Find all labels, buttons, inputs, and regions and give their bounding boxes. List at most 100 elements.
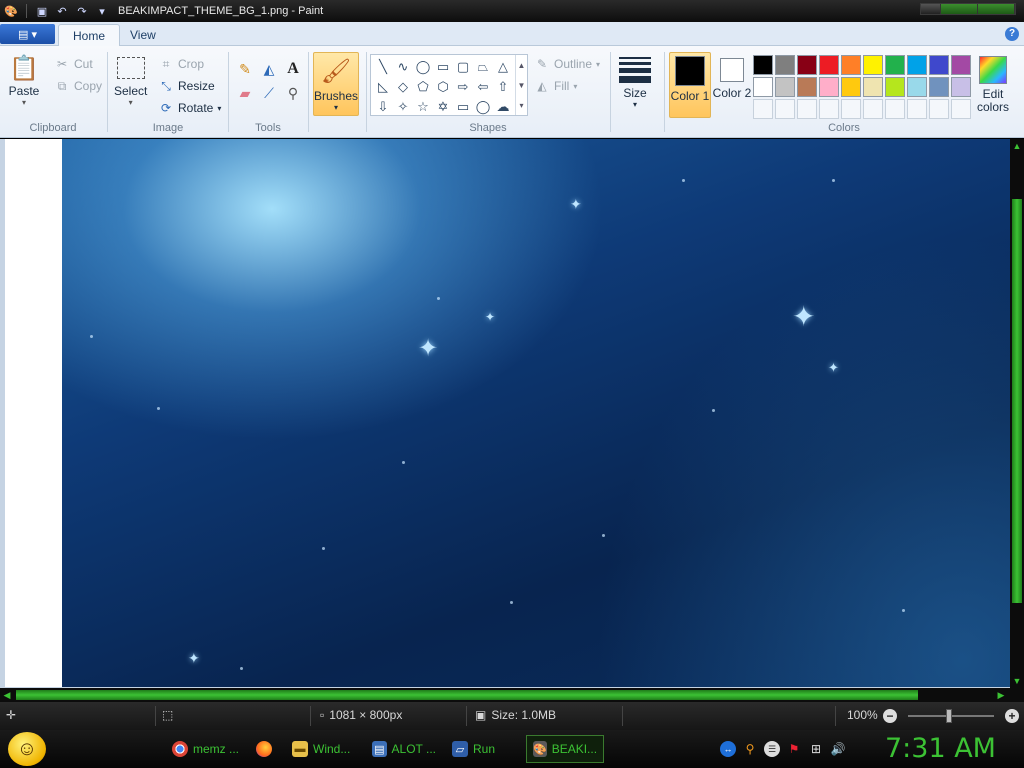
rotate-button[interactable]: ⟳ Rotate ▾ bbox=[158, 100, 221, 116]
minimize-button[interactable] bbox=[921, 4, 941, 14]
six-point-star-shape-icon[interactable]: ✡ bbox=[433, 97, 453, 117]
curve-shape-icon[interactable]: ∿ bbox=[393, 57, 413, 77]
rect-callout-shape-icon[interactable]: ▭ bbox=[453, 97, 473, 117]
taskbar-item-firefox[interactable] bbox=[250, 735, 282, 763]
palette-swatch[interactable] bbox=[819, 77, 839, 97]
palette-swatch[interactable] bbox=[885, 77, 905, 97]
hexagon-shape-icon[interactable]: ⬡ bbox=[433, 77, 453, 97]
palette-swatch[interactable] bbox=[907, 77, 927, 97]
messenger-icon[interactable]: ☰ bbox=[764, 741, 780, 757]
close-button[interactable] bbox=[978, 4, 1015, 14]
palette-swatch-empty[interactable] bbox=[863, 99, 883, 119]
horizontal-scroll-thumb[interactable] bbox=[16, 690, 918, 700]
resize-button[interactable]: ⤡ Resize bbox=[158, 78, 215, 94]
horizontal-scrollbar[interactable]: ◀ ▶ bbox=[0, 688, 1024, 702]
taskbar-item-alot[interactable]: ▤ ALOT ... bbox=[366, 735, 442, 763]
color1-button[interactable]: Color 1 bbox=[669, 52, 711, 118]
undo-icon[interactable]: ↶ bbox=[54, 3, 70, 19]
palette-swatch[interactable] bbox=[863, 77, 883, 97]
start-button[interactable]: ☺ bbox=[8, 732, 46, 766]
redo-icon[interactable]: ↷ bbox=[74, 3, 90, 19]
scroll-up-icon[interactable]: ▲ bbox=[1010, 139, 1024, 153]
palette-swatch[interactable] bbox=[863, 55, 883, 75]
color-picker-icon[interactable]: ⟋ bbox=[258, 82, 280, 104]
scroll-down-icon[interactable]: ▼ bbox=[1010, 674, 1024, 688]
triangle-shape-icon[interactable]: △ bbox=[493, 57, 513, 77]
four-point-star-shape-icon[interactable]: ✧ bbox=[393, 97, 413, 117]
palette-swatch[interactable] bbox=[775, 55, 795, 75]
zoom-out-button[interactable]: − bbox=[883, 709, 897, 723]
shapes-scrollbar[interactable]: ▲ ▼ ▾ bbox=[515, 55, 527, 115]
palette-swatch[interactable] bbox=[753, 55, 773, 75]
select-button[interactable]: Select ▾ bbox=[114, 52, 147, 107]
palette-swatch[interactable] bbox=[841, 77, 861, 97]
scroll-down-icon[interactable]: ▼ bbox=[518, 81, 526, 90]
palette-swatch[interactable] bbox=[841, 55, 861, 75]
palette-swatch[interactable] bbox=[951, 55, 971, 75]
brushes-button[interactable]: 🖌 Brushes ▾ bbox=[313, 52, 359, 116]
scroll-left-icon[interactable]: ◀ bbox=[0, 688, 14, 702]
taskbar-item-windows[interactable]: ▬ Wind... bbox=[286, 735, 362, 763]
crop-button[interactable]: ⌗ Crop bbox=[158, 56, 204, 72]
edit-colors-button[interactable]: Edit colors bbox=[971, 52, 1015, 114]
palette-swatch-empty[interactable] bbox=[753, 99, 773, 119]
palette-swatch-empty[interactable] bbox=[775, 99, 795, 119]
palette-swatch[interactable] bbox=[885, 55, 905, 75]
taskbar-item-run[interactable]: ▱ Run bbox=[446, 735, 522, 763]
line-shape-icon[interactable]: ╲ bbox=[373, 57, 393, 77]
oval-shape-icon[interactable]: ◯ bbox=[413, 57, 433, 77]
down-arrow-shape-icon[interactable]: ⇩ bbox=[373, 97, 393, 117]
text-icon[interactable]: A bbox=[282, 58, 304, 80]
action-center-flag-icon[interactable]: ⚑ bbox=[786, 741, 802, 757]
maximize-button[interactable] bbox=[941, 4, 978, 14]
taskbar-item-paint[interactable]: 🎨 BEAKI... bbox=[526, 735, 604, 763]
network-icon[interactable]: ⊞ bbox=[808, 741, 824, 757]
vertical-scroll-thumb[interactable] bbox=[1012, 199, 1022, 603]
palette-swatch-empty[interactable] bbox=[907, 99, 927, 119]
palette-swatch[interactable] bbox=[775, 77, 795, 97]
palette-swatch[interactable] bbox=[929, 55, 949, 75]
eraser-icon[interactable]: ▰ bbox=[234, 82, 256, 104]
palette-swatch-empty[interactable] bbox=[929, 99, 949, 119]
image-canvas[interactable]: ✦ ✦ ✦ ✦ ✦ ✦ bbox=[62, 139, 1010, 687]
scroll-up-icon[interactable]: ▲ bbox=[518, 61, 526, 70]
palette-swatch[interactable] bbox=[797, 77, 817, 97]
diamond-shape-icon[interactable]: ◇ bbox=[393, 77, 413, 97]
palette-swatch-empty[interactable] bbox=[819, 99, 839, 119]
save-icon[interactable]: ▣ bbox=[34, 3, 50, 19]
cloud-callout-shape-icon[interactable]: ☁ bbox=[493, 97, 513, 117]
vertical-scrollbar[interactable]: ▲ ▼ bbox=[1010, 139, 1024, 688]
zoom-slider-thumb[interactable] bbox=[946, 709, 952, 723]
palette-swatch[interactable] bbox=[753, 77, 773, 97]
copy-button[interactable]: ⧉ Copy bbox=[54, 78, 102, 94]
polygon-shape-icon[interactable]: ⏢ bbox=[473, 57, 493, 77]
rectangle-shape-icon[interactable]: ▭ bbox=[433, 57, 453, 77]
right-triangle-shape-icon[interactable]: ◺ bbox=[373, 77, 393, 97]
paint-app-icon[interactable]: 🎨 bbox=[3, 3, 19, 19]
oval-callout-shape-icon[interactable]: ◯ bbox=[473, 97, 493, 117]
search-icon[interactable]: ⚲ bbox=[742, 741, 758, 757]
magnifier-icon[interactable]: ⚲ bbox=[282, 82, 304, 104]
palette-swatch[interactable] bbox=[951, 77, 971, 97]
pencil-icon[interactable]: ✎ bbox=[234, 58, 256, 80]
palette-swatch[interactable] bbox=[797, 55, 817, 75]
rounded-rectangle-shape-icon[interactable]: ▢ bbox=[453, 57, 473, 77]
paint-menu-button[interactable]: ▤ ▾ bbox=[0, 24, 55, 44]
tab-view[interactable]: View bbox=[116, 24, 170, 46]
palette-swatch-empty[interactable] bbox=[885, 99, 905, 119]
tab-home[interactable]: Home bbox=[58, 24, 121, 46]
palette-swatch[interactable] bbox=[929, 77, 949, 97]
palette-swatch-empty[interactable] bbox=[951, 99, 971, 119]
help-icon[interactable]: ? bbox=[1005, 27, 1019, 41]
palette-swatch[interactable] bbox=[907, 55, 927, 75]
color2-button[interactable]: Color 2 bbox=[711, 52, 753, 118]
volume-icon[interactable]: 🔊 bbox=[830, 741, 846, 757]
window-controls[interactable] bbox=[920, 3, 1016, 15]
pentagon-shape-icon[interactable]: ⬠ bbox=[413, 77, 433, 97]
zoom-in-button[interactable]: + bbox=[1005, 709, 1019, 723]
teamviewer-icon[interactable]: ↔ bbox=[720, 741, 736, 757]
paste-button[interactable]: 📋 Paste ▾ bbox=[8, 52, 40, 108]
palette-swatch-empty[interactable] bbox=[797, 99, 817, 119]
expand-gallery-icon[interactable]: ▾ bbox=[519, 101, 523, 110]
left-arrow-shape-icon[interactable]: ⇦ bbox=[473, 77, 493, 97]
